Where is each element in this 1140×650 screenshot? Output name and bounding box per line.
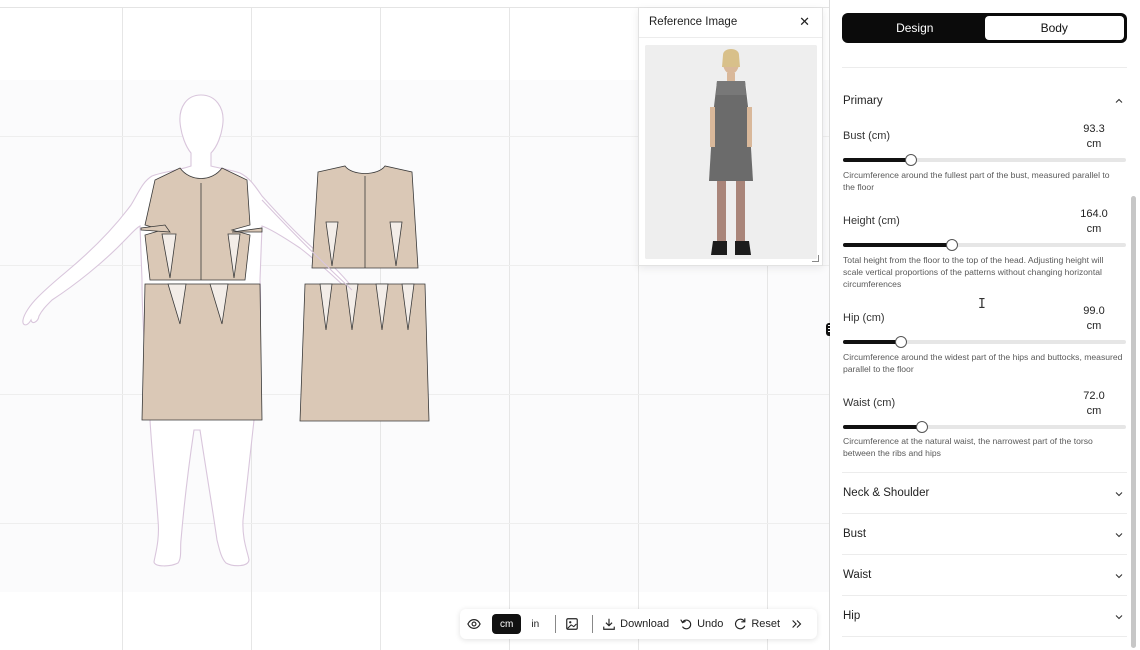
hip-label: Hip (cm) — [843, 312, 885, 324]
canvas-toolbar: cm in Download Undo Reset — [460, 609, 817, 639]
reference-photo — [645, 45, 817, 259]
reference-image-button[interactable] — [562, 613, 586, 635]
undo-label: Undo — [697, 618, 724, 630]
section-title-primary[interactable]: Primary — [843, 95, 883, 107]
reference-panel-title: Reference Image — [649, 16, 738, 28]
hip-description: Circumference around the widest part of … — [843, 352, 1123, 374]
chevron-up-icon[interactable] — [1115, 97, 1123, 105]
close-icon[interactable]: ✕ — [799, 14, 810, 30]
height-slider[interactable] — [843, 239, 1126, 251]
visibility-toggle-button[interactable] — [464, 613, 488, 635]
waist-label: Waist (cm) — [843, 397, 896, 409]
properties-panel: Design Body Primary Bust (cm) 93.3 cm Cir… — [830, 0, 1140, 650]
toolbar-separator — [592, 615, 594, 633]
mode-tabs: Design Body — [842, 13, 1127, 43]
chevron-down-icon[interactable] — [1115, 490, 1123, 498]
reset-button[interactable]: Reset — [730, 613, 783, 635]
reset-icon — [735, 618, 746, 630]
front-skirt-piece — [141, 283, 263, 421]
height-description: Total height from the floor to the top o… — [843, 255, 1104, 289]
divider-line — [842, 472, 1127, 473]
waist-value: 72.0 cm — [1083, 390, 1105, 417]
section-title-waist[interactable]: Waist — [843, 569, 871, 581]
waist-description: Circumference at the natural waist, the … — [843, 436, 1093, 458]
panel-scrollbar[interactable] — [1131, 196, 1136, 648]
divider-line — [842, 513, 1127, 514]
divider-line — [842, 554, 1127, 555]
slider-thumb[interactable] — [945, 239, 958, 251]
section-title-hip[interactable]: Hip — [843, 610, 860, 622]
front-bodice-pieces — [140, 167, 263, 281]
hip-value: 99.0 cm — [1083, 305, 1105, 332]
height-label: Height (cm) — [843, 215, 900, 227]
double-chevron-right-icon — [792, 620, 802, 628]
slider-thumb[interactable] — [904, 154, 917, 166]
image-icon — [566, 618, 578, 630]
eye-icon — [467, 619, 481, 629]
bust-slider[interactable] — [843, 154, 1126, 166]
resize-handle[interactable] — [812, 255, 819, 262]
download-button[interactable]: Download — [599, 613, 672, 635]
section-title-bust[interactable]: Bust — [843, 528, 866, 540]
reference-panel-header: Reference Image ✕ — [639, 8, 822, 38]
bust-label: Bust (cm) — [843, 130, 891, 142]
reference-image-panel: Reference Image ✕ — [638, 8, 823, 266]
chevron-down-icon[interactable] — [1115, 613, 1123, 621]
reset-label: Reset — [751, 618, 781, 630]
hip-slider[interactable] — [843, 336, 1126, 348]
undo-button[interactable]: Undo — [676, 613, 726, 635]
waist-slider[interactable] — [843, 421, 1126, 433]
slider-thumb[interactable] — [916, 421, 929, 433]
more-button[interactable] — [787, 613, 811, 635]
unit-cm-button[interactable]: cm — [492, 614, 522, 634]
bust-description: Circumference around the fullest part of… — [843, 170, 1110, 192]
divider-line — [842, 595, 1127, 596]
slider-thumb[interactable] — [895, 336, 907, 348]
chevron-down-icon[interactable] — [1115, 572, 1123, 580]
text-cursor-icon: I — [978, 297, 986, 312]
divider-line — [842, 636, 1127, 637]
tab-body[interactable]: Body — [984, 16, 1124, 40]
download-icon — [603, 618, 615, 630]
toolbar-separator — [555, 615, 557, 633]
divider-line — [842, 67, 1127, 68]
download-label: Download — [620, 618, 670, 630]
chevron-down-icon[interactable] — [1115, 531, 1123, 539]
height-value: 164.0 cm — [1080, 208, 1108, 235]
section-title-neck-shoulder[interactable]: Neck & Shoulder — [843, 487, 929, 499]
unit-in-button[interactable]: in — [521, 613, 549, 635]
bust-value: 93.3 cm — [1083, 123, 1105, 150]
tab-design[interactable]: Design — [845, 16, 985, 40]
undo-icon — [680, 619, 692, 630]
